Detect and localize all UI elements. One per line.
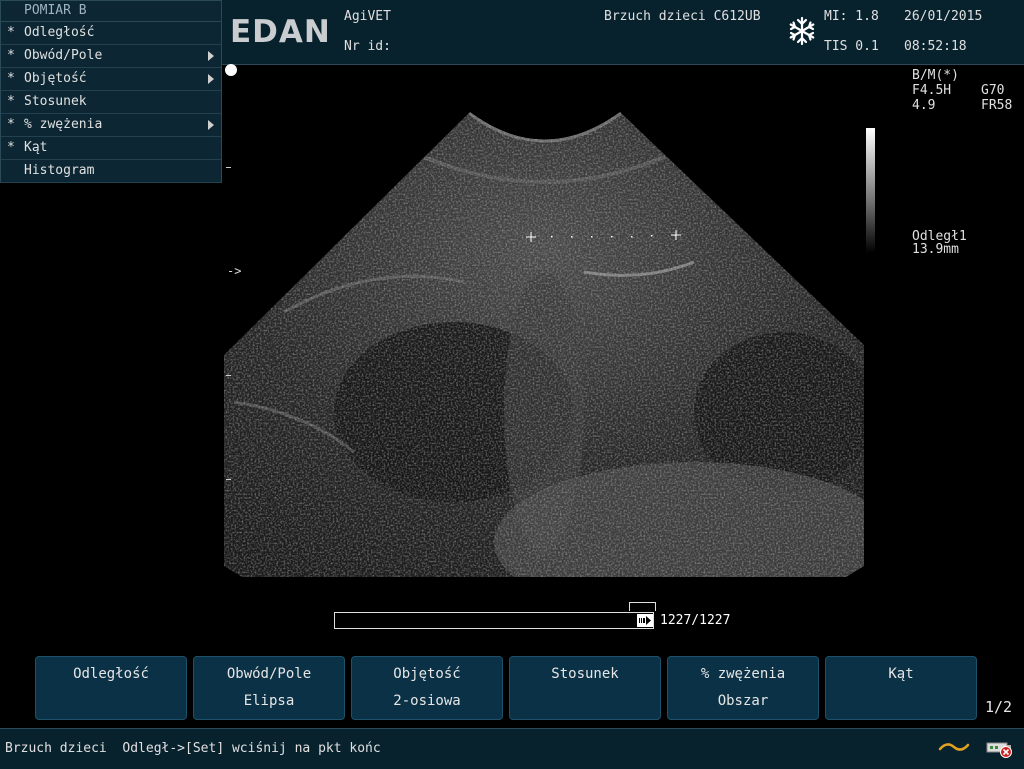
menu-item-objetosc[interactable]: * Objętość — [1, 68, 221, 91]
imaging-mode: B/M(*) — [912, 68, 959, 83]
menu-title: POMIAR B — [1, 1, 221, 22]
frequency: F4.5H — [912, 83, 952, 98]
menu-item-label: Obwód/Pole — [24, 48, 103, 63]
gain: G70 — [981, 83, 1005, 98]
date: 26/01/2015 — [904, 9, 983, 24]
softkey-zwezenia[interactable]: % zwężenia Obszar — [667, 656, 819, 720]
frame-rate: FR58 — [981, 98, 1013, 113]
menu-item-label: Histogram — [24, 163, 95, 178]
menu-item-label: Kąt — [24, 140, 48, 155]
softkey-label: Objętość — [393, 666, 461, 682]
cine-bracket — [629, 602, 656, 611]
softkey-label: Odległość — [73, 666, 149, 682]
softkey-sublabel: 2-osiowa — [393, 693, 461, 709]
menu-star: * — [7, 117, 15, 132]
menu-item-obwod-pole[interactable]: * Obwód/Pole — [1, 45, 221, 68]
mi-value: MI: 1.8 — [824, 9, 879, 24]
menu-star: * — [7, 94, 15, 109]
status-message: Brzuch dzieci Odległ->[Set] wciśnij na p… — [5, 741, 381, 756]
measurement-menu: POMIAR B * Odległość * Obwód/Pole * Obję… — [0, 0, 222, 183]
ultrasound-image[interactable] — [224, 112, 864, 577]
menu-item-histogram[interactable]: Histogram — [1, 160, 221, 183]
submenu-arrow-icon — [208, 51, 214, 61]
softkey-label: Kąt — [888, 666, 914, 682]
menu-item-kat[interactable]: * Kąt — [1, 137, 221, 160]
softkey-label: Stosunek — [551, 666, 619, 682]
focus-marker: -> — [227, 264, 242, 278]
hospital-name: AgiVET — [344, 9, 391, 24]
grayscale-bar — [866, 128, 875, 253]
menu-item-stosunek[interactable]: * Stosunek — [1, 91, 221, 114]
softkey-kat[interactable]: Kąt — [825, 656, 977, 720]
cine-play-arrow-icon[interactable] — [637, 614, 653, 627]
cine-frame-counter: 1227/1227 — [660, 613, 731, 628]
menu-item-label: Odległość — [24, 25, 95, 40]
menu-item-label: Stosunek — [24, 94, 87, 109]
wave-icon — [938, 743, 970, 751]
menu-star: * — [7, 48, 15, 63]
softkey-sublabel: Obszar — [717, 693, 769, 709]
menu-star: * — [7, 140, 15, 155]
patient-id-label: Nr id: — [344, 39, 391, 54]
status-bar: Brzuch dzieci Odległ->[Set] wciśnij na p… — [0, 728, 1024, 769]
menu-star: * — [7, 71, 15, 86]
menu-item-zwezenia[interactable]: * % zwężenia — [1, 114, 221, 137]
menu-item-label: % zwężenia — [24, 117, 103, 132]
usb-disconnected-icon — [986, 742, 1012, 758]
time: 08:52:18 — [904, 39, 967, 54]
submenu-arrow-icon — [208, 120, 214, 130]
depth-tick — [226, 375, 231, 376]
softkey-page-indicator[interactable]: 1/2 — [985, 698, 1012, 716]
probe-orientation-marker — [225, 64, 237, 76]
depth-tick — [226, 167, 231, 168]
menu-star: * — [7, 25, 15, 40]
softkey-label: Obwód/Pole — [226, 666, 312, 682]
softkey-stosunek[interactable]: Stosunek — [509, 656, 661, 720]
softkey-label: % zwężenia — [700, 666, 786, 682]
softkey-objetosc[interactable]: Objętość 2-osiowa — [351, 656, 503, 720]
depth-tick — [226, 479, 231, 480]
softkey-odleglosc[interactable]: Odległość — [35, 656, 187, 720]
edan-logo: EDAN — [230, 14, 331, 50]
cine-progress-fill — [335, 613, 635, 628]
softkey-sublabel: Elipsa — [243, 693, 295, 709]
exam-preset: Brzuch dzieci C612UB — [604, 9, 761, 24]
depth-value: 4.9 — [912, 98, 936, 113]
submenu-arrow-icon — [208, 74, 214, 84]
tis-value: TIS 0.1 — [824, 39, 879, 54]
measurement-value: 13.9mm — [912, 242, 959, 257]
menu-item-label: Objętość — [24, 71, 87, 86]
top-header: EDAN AgiVET Nr id: Brzuch dzieci C612UB … — [222, 0, 1024, 65]
menu-item-odleglosc[interactable]: * Odległość — [1, 22, 221, 45]
snowflake-icon — [789, 16, 815, 46]
softkey-obwod-pole[interactable]: Obwód/Pole Elipsa — [193, 656, 345, 720]
